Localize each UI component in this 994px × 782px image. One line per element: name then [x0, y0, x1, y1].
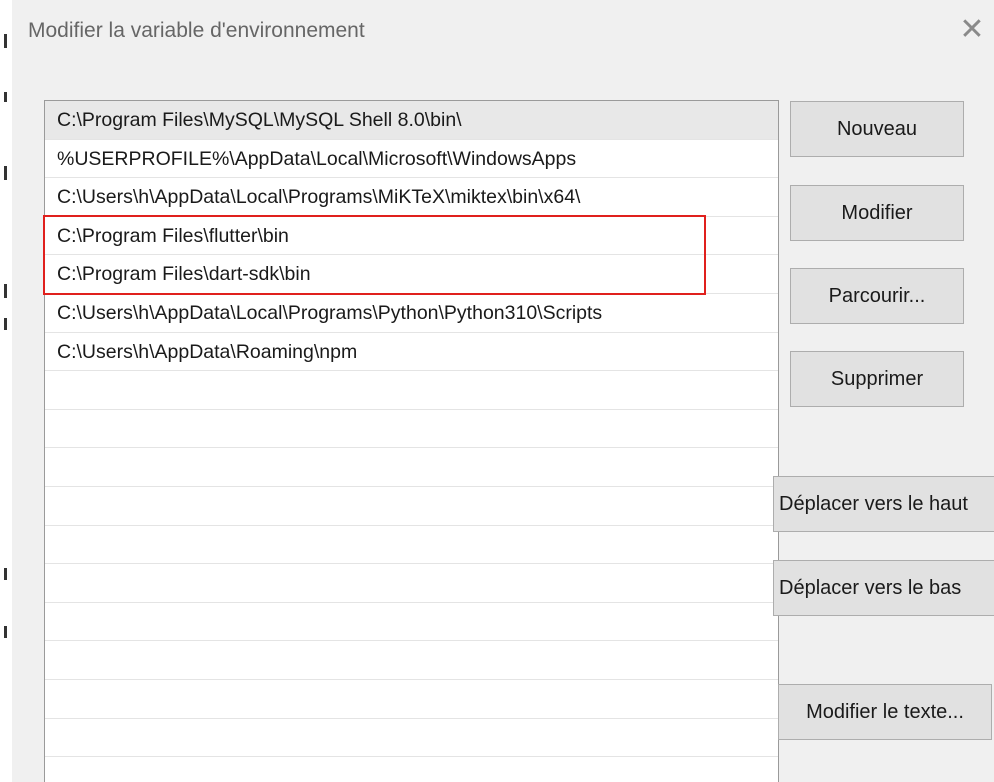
edit-button[interactable]: Modifier — [790, 185, 964, 241]
path-row[interactable]: C:\Users\h\AppData\Roaming\npm — [45, 333, 778, 372]
close-icon[interactable]: ✕ — [950, 10, 994, 50]
dialog-title: Modifier la variable d'environnement — [28, 19, 365, 42]
edit-env-variable-dialog: Modifier la variable d'environnement ✕ C… — [12, 0, 994, 782]
edge-mark — [4, 318, 7, 330]
background-window-edge — [0, 0, 12, 782]
empty-row[interactable] — [45, 719, 778, 758]
edge-mark — [4, 626, 7, 638]
path-row[interactable]: %USERPROFILE%\AppData\Local\Microsoft\Wi… — [45, 140, 778, 179]
path-row[interactable]: C:\Program Files\MySQL\MySQL Shell 8.0\b… — [45, 101, 778, 140]
path-row[interactable]: C:\Users\h\AppData\Local\Programs\MiKTeX… — [45, 178, 778, 217]
empty-row[interactable] — [45, 410, 778, 449]
empty-row[interactable] — [45, 641, 778, 680]
edge-mark — [4, 34, 7, 48]
empty-row[interactable] — [45, 526, 778, 565]
empty-row[interactable] — [45, 487, 778, 526]
new-button[interactable]: Nouveau — [790, 101, 964, 157]
empty-row[interactable] — [45, 680, 778, 719]
edge-mark — [4, 92, 7, 102]
screenshot: Modifier la variable d'environnement ✕ C… — [0, 0, 994, 782]
empty-row[interactable] — [45, 603, 778, 642]
empty-row[interactable] — [45, 564, 778, 603]
empty-row[interactable] — [45, 757, 778, 782]
path-row[interactable]: C:\Program Files\flutter\bin — [45, 217, 778, 256]
edge-mark — [4, 166, 7, 180]
delete-button[interactable]: Supprimer — [790, 351, 964, 407]
browse-button[interactable]: Parcourir... — [790, 268, 964, 324]
path-row[interactable]: C:\Users\h\AppData\Local\Programs\Python… — [45, 294, 778, 333]
path-list[interactable]: C:\Program Files\MySQL\MySQL Shell 8.0\b… — [44, 100, 779, 782]
empty-row[interactable] — [45, 371, 778, 410]
empty-row[interactable] — [45, 448, 778, 487]
edge-mark — [4, 284, 7, 298]
path-row[interactable]: C:\Program Files\dart-sdk\bin — [45, 255, 778, 294]
move-down-button[interactable]: Déplacer vers le bas — [773, 560, 994, 616]
edit-text-button[interactable]: Modifier le texte... — [778, 684, 992, 740]
edge-mark — [4, 568, 7, 580]
move-up-button[interactable]: Déplacer vers le haut — [773, 476, 994, 532]
